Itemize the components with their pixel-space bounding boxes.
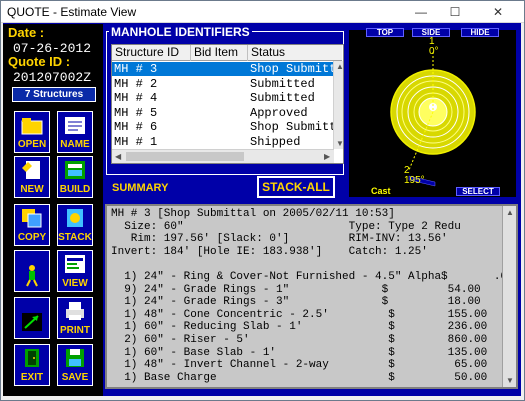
table-row[interactable]: MH # 2 Submitted xyxy=(112,77,334,91)
manhole-graphic-view[interactable]: TOP SIDE HIDE 1 0° 2 195° Cast SELECT xyxy=(347,28,518,199)
cast-label: Cast xyxy=(371,186,391,196)
window-title: QUOTE - Estimate View xyxy=(7,5,137,19)
open-button[interactable]: OPEN xyxy=(14,111,50,153)
cell-status: Submitted xyxy=(250,76,315,91)
structure-detail-text[interactable]: MH # 3 [Shop Submittal on 2005/02/11 10:… xyxy=(105,204,518,389)
table-row[interactable]: MH # 5 Approved xyxy=(112,106,334,120)
detail-line: 2) 60" - Riser - 5' $ 860.00 xyxy=(111,334,488,346)
cell-status: Shop Submittal xyxy=(250,62,334,76)
table-row[interactable]: MH # 4 Submitted xyxy=(112,91,334,105)
manhole-identifiers-title: MANHOLE IDENTIFIERS xyxy=(109,25,252,39)
new-button[interactable]: NEW xyxy=(14,156,50,198)
cell-status: Shop Submittal xyxy=(250,120,334,134)
detail-line: Invert: 184' [Hole IE: 183.938'] Catch: … xyxy=(111,245,428,258)
scroll-right-icon[interactable]: ▶ xyxy=(324,152,330,161)
pipe-2-angle: 195° xyxy=(404,175,425,186)
horizontal-scroll-thumb[interactable] xyxy=(126,152,244,161)
column-structure-id[interactable]: Structure ID xyxy=(112,45,191,61)
printer-icon xyxy=(66,302,84,320)
quote-id-value: 201207002Z xyxy=(13,70,92,85)
pipe-1-angle: 0° xyxy=(429,46,439,57)
detail-scroll-up-icon[interactable]: ▲ xyxy=(506,208,514,217)
structure-grid: Structure ID Bid Item Status MH # 3 Shop … xyxy=(111,44,344,164)
column-status[interactable]: Status xyxy=(248,45,338,61)
cell-status: Shipped xyxy=(250,134,301,149)
detail-scroll-down-icon[interactable]: ▼ xyxy=(506,376,514,385)
select-button[interactable]: SELECT xyxy=(456,187,500,196)
detail-line: 1) Base Charge $ 50.00 xyxy=(111,371,488,384)
detail-line: 1) 48" - Cone Concentric - 2.5' $ 155.00 xyxy=(111,308,488,321)
scroll-left-icon[interactable]: ◀ xyxy=(115,152,121,161)
structures-count-badge[interactable]: 7 Structures xyxy=(12,87,96,102)
worker-button[interactable] xyxy=(14,250,50,292)
exit-door-icon xyxy=(25,349,39,367)
column-bid-item[interactable]: Bid Item xyxy=(191,45,248,61)
name-tag-icon xyxy=(65,117,85,134)
arrow-icon xyxy=(22,313,42,331)
stack-icon xyxy=(67,209,83,227)
exit-button[interactable]: EXIT xyxy=(14,344,50,386)
cell-structure: MH # 5 xyxy=(114,105,158,120)
close-button[interactable]: ✕ xyxy=(475,1,521,22)
detail-line: 1) 24" - Grade Rings - 3" $ 18.00 xyxy=(111,296,481,309)
cell-structure: MH # 1 xyxy=(114,134,158,149)
save-button[interactable]: SAVE xyxy=(57,344,93,386)
detail-line: MH # 3 [Shop Submittal on 2005/02/11 10:… xyxy=(111,208,395,220)
scroll-up-icon[interactable]: ▲ xyxy=(336,62,343,71)
grid-header: Structure ID Bid Item Status xyxy=(112,45,342,61)
toolbar-button-label: OPEN xyxy=(17,139,47,150)
detail-line: Size: 60" Type: Type 2 Redu xyxy=(111,220,461,233)
maximize-button[interactable]: ☐ xyxy=(438,1,472,22)
toolbar-button-label: NAME xyxy=(60,139,90,150)
new-document-icon xyxy=(22,161,40,179)
detail-line: 1) 60" - Reducing Slab - 1' $ 236.00 xyxy=(111,321,488,334)
quote-id-label: Quote ID : xyxy=(8,54,71,69)
title-bar[interactable]: QUOTE - Estimate View — ☐ ✕ xyxy=(1,1,524,23)
copy-button[interactable]: COPY xyxy=(14,204,50,246)
arrow-button[interactable] xyxy=(14,297,50,339)
detail-vertical-scrollbar[interactable]: ▲ ▼ xyxy=(502,206,516,387)
table-row[interactable]: MH # 6 Shop Submittal xyxy=(112,120,334,134)
build-button[interactable]: BUILD xyxy=(57,156,93,198)
build-icon xyxy=(65,161,85,179)
detail-line: Rim: 197.56' [Slack: 0'] RIM-INV: 13.56' xyxy=(111,233,448,246)
toolbar-button-label: PRINT xyxy=(60,325,90,336)
cell-structure: MH # 2 xyxy=(114,76,158,91)
toolbar-button-label: SAVE xyxy=(61,372,89,383)
toolbar-button-label: EXIT xyxy=(20,372,44,383)
grid-horizontal-scrollbar[interactable]: ◀ ▶ xyxy=(112,149,334,163)
toolbar-button-label: NEW xyxy=(20,184,44,195)
print-button[interactable]: PRINT xyxy=(57,297,93,339)
detail-line: 1) 48" - Invert Channel - 2-way $ 65.00 xyxy=(111,359,488,372)
table-row[interactable]: MH # 3 Shop Submittal xyxy=(112,62,334,76)
scroll-down-icon[interactable]: ▼ xyxy=(336,139,343,148)
cell-status: Submitted xyxy=(250,91,315,105)
cell-structure: MH # 3 xyxy=(114,62,158,76)
cell-status: Approved xyxy=(250,105,308,120)
toolbar-button-label: STACK xyxy=(58,232,92,243)
minimize-button[interactable]: — xyxy=(404,1,438,22)
toolbar-button-label: COPY xyxy=(17,232,47,243)
detail-line: 9) 24" - Grade Rings - 1" $ 54.00 xyxy=(111,283,481,296)
cell-structure: MH # 6 xyxy=(114,120,158,134)
cell-structure: MH # 4 xyxy=(114,91,158,105)
toolbar-button-label: VIEW xyxy=(62,278,88,289)
save-disk-icon xyxy=(66,349,84,367)
date-label: Date : xyxy=(8,25,45,40)
open-folder-icon xyxy=(21,118,43,135)
stack-button[interactable]: STACK xyxy=(57,204,93,246)
detail-line: 1) 60" - Base Slab - 1' $ 135.00 xyxy=(111,346,488,359)
worker-icon xyxy=(26,265,38,287)
toolbar-button-label: BUILD xyxy=(59,184,91,195)
detail-line: 1) 24" - Ring & Cover-Not Furnished - 4.… xyxy=(111,271,508,283)
stack-all-button[interactable]: STACK-ALL xyxy=(257,176,335,198)
name-button[interactable]: NAME xyxy=(57,111,93,153)
copy-icon xyxy=(22,209,42,228)
table-row[interactable]: MH # 1 Shipped xyxy=(112,135,334,149)
view-icon xyxy=(65,255,85,273)
view-button[interactable]: VIEW xyxy=(57,250,93,292)
summary-label: SUMMARY xyxy=(112,182,169,194)
grid-vertical-scrollbar[interactable]: ▲ ▼ xyxy=(333,61,343,149)
